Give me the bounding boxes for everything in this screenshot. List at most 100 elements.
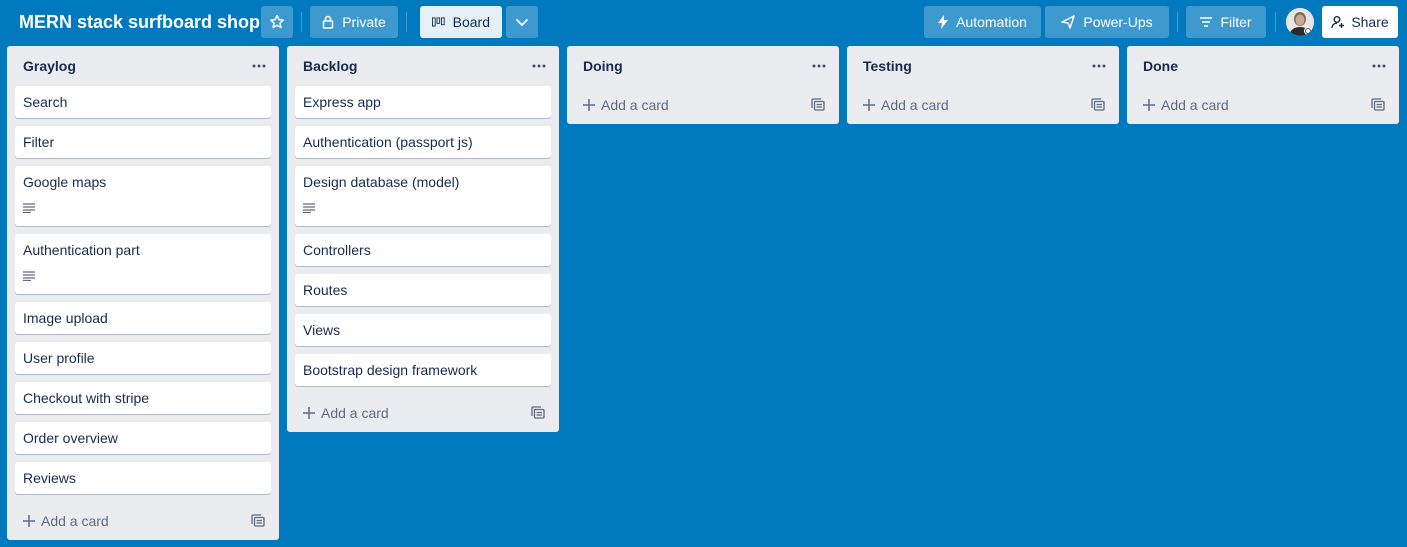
card-title: Checkout with stripe bbox=[23, 390, 150, 406]
card-title: Bootstrap design framework bbox=[303, 362, 478, 378]
template-icon bbox=[1091, 98, 1105, 111]
board-view-icon bbox=[432, 17, 445, 27]
share-label: Share bbox=[1351, 14, 1389, 30]
create-from-template-button[interactable] bbox=[1091, 98, 1105, 112]
rocket-icon bbox=[1061, 15, 1076, 29]
card[interactable]: Image upload bbox=[15, 302, 271, 334]
more-horizontal-icon bbox=[252, 64, 266, 68]
lightning-icon bbox=[938, 15, 949, 29]
header-divider bbox=[1275, 12, 1276, 32]
plus-icon bbox=[863, 99, 875, 111]
list-title[interactable]: Done bbox=[1143, 58, 1178, 74]
add-card-button[interactable]: Add a card bbox=[583, 96, 669, 114]
add-card-button[interactable]: Add a card bbox=[23, 512, 109, 530]
list-header: Done bbox=[1127, 46, 1399, 86]
card[interactable]: Authentication part bbox=[15, 234, 271, 294]
card[interactable]: Authentication (passport js) bbox=[295, 126, 551, 158]
card-title: Express app bbox=[303, 94, 381, 110]
list-title[interactable]: Backlog bbox=[303, 58, 357, 74]
list-testing: Testing Add a card bbox=[847, 46, 1119, 124]
star-icon bbox=[269, 14, 285, 29]
list-menu-button[interactable] bbox=[1091, 56, 1107, 76]
powerups-button[interactable]: Power-Ups bbox=[1045, 6, 1169, 38]
card[interactable]: Order overview bbox=[15, 422, 271, 454]
filter-button[interactable]: Filter bbox=[1186, 6, 1266, 38]
card[interactable]: Filter bbox=[15, 126, 271, 158]
more-horizontal-icon bbox=[1372, 64, 1386, 68]
list-title[interactable]: Testing bbox=[863, 58, 912, 74]
card-title: Authentication (passport js) bbox=[303, 134, 473, 150]
add-card-row: Add a card bbox=[847, 86, 1119, 124]
card[interactable]: Bootstrap design framework bbox=[295, 354, 551, 386]
card[interactable]: Routes bbox=[295, 274, 551, 306]
add-card-row: Add a card bbox=[7, 502, 279, 540]
plus-icon bbox=[1143, 99, 1155, 111]
list-doing: Doing Add a card bbox=[567, 46, 839, 124]
create-from-template-button[interactable] bbox=[1371, 98, 1385, 112]
card-title: Filter bbox=[23, 134, 55, 150]
template-icon bbox=[531, 406, 545, 419]
list-title[interactable]: Doing bbox=[583, 58, 623, 74]
add-card-button[interactable]: Add a card bbox=[303, 404, 389, 422]
board-title[interactable]: MERN stack surfboard shop bbox=[19, 10, 260, 34]
more-horizontal-icon bbox=[1092, 64, 1106, 68]
list-menu-button[interactable] bbox=[251, 56, 267, 76]
plus-icon bbox=[23, 515, 35, 527]
card-title: Search bbox=[23, 94, 68, 110]
view-switcher-button[interactable] bbox=[506, 6, 538, 38]
card-title: Authentication part bbox=[23, 242, 140, 258]
share-button[interactable]: Share bbox=[1322, 6, 1398, 38]
member-photo bbox=[1286, 8, 1314, 36]
plus-icon bbox=[303, 407, 315, 419]
card[interactable]: Reviews bbox=[15, 462, 271, 494]
create-from-template-button[interactable] bbox=[531, 406, 545, 420]
board-header: MERN stack surfboard shop Private Board … bbox=[0, 0, 1407, 44]
list-menu-button[interactable] bbox=[1371, 56, 1387, 76]
list-header: Testing bbox=[847, 46, 1119, 86]
card-title: User profile bbox=[23, 350, 95, 366]
card-title: Image upload bbox=[23, 310, 108, 326]
card[interactable]: Search bbox=[15, 86, 271, 118]
filter-label: Filter bbox=[1220, 14, 1252, 30]
card[interactable]: Google maps bbox=[15, 166, 271, 226]
add-card-label: Add a card bbox=[321, 405, 389, 421]
card[interactable]: Design database (model) bbox=[295, 166, 551, 226]
automation-button[interactable]: Automation bbox=[924, 6, 1041, 38]
automation-label: Automation bbox=[956, 14, 1027, 30]
header-divider bbox=[406, 12, 407, 32]
more-horizontal-icon bbox=[532, 64, 546, 68]
add-card-button[interactable]: Add a card bbox=[1143, 96, 1229, 114]
add-card-button[interactable]: Add a card bbox=[863, 96, 949, 114]
visibility-button[interactable]: Private bbox=[310, 6, 398, 38]
description-icon bbox=[303, 200, 315, 214]
card-title: Controllers bbox=[303, 242, 371, 258]
list-header: Graylog bbox=[7, 46, 279, 86]
card-title: Reviews bbox=[23, 470, 76, 486]
list-title[interactable]: Graylog bbox=[23, 58, 76, 74]
card[interactable]: Express app bbox=[295, 86, 551, 118]
header-divider bbox=[1177, 12, 1178, 32]
star-button[interactable] bbox=[261, 6, 293, 38]
create-from-template-button[interactable] bbox=[251, 514, 265, 528]
card-title: Routes bbox=[303, 282, 348, 298]
card-title: Order overview bbox=[23, 430, 118, 446]
lock-icon bbox=[322, 15, 334, 29]
board-view-label: Board bbox=[452, 14, 490, 30]
list-backlog: Backlog Express app Authentication (pass… bbox=[287, 46, 559, 432]
header-divider bbox=[301, 12, 302, 32]
list-menu-button[interactable] bbox=[531, 56, 547, 76]
more-horizontal-icon bbox=[812, 64, 826, 68]
template-icon bbox=[1371, 98, 1385, 111]
list-header: Doing bbox=[567, 46, 839, 86]
add-member-icon bbox=[1331, 16, 1345, 29]
member-avatar[interactable] bbox=[1286, 8, 1314, 36]
card[interactable]: User profile bbox=[15, 342, 271, 374]
description-icon bbox=[23, 268, 35, 282]
card-list: Search Filter Google maps Authentication… bbox=[7, 86, 279, 494]
list-menu-button[interactable] bbox=[811, 56, 827, 76]
create-from-template-button[interactable] bbox=[811, 98, 825, 112]
card[interactable]: Checkout with stripe bbox=[15, 382, 271, 414]
card[interactable]: Views bbox=[295, 314, 551, 346]
board-view-button[interactable]: Board bbox=[420, 6, 502, 38]
card[interactable]: Controllers bbox=[295, 234, 551, 266]
